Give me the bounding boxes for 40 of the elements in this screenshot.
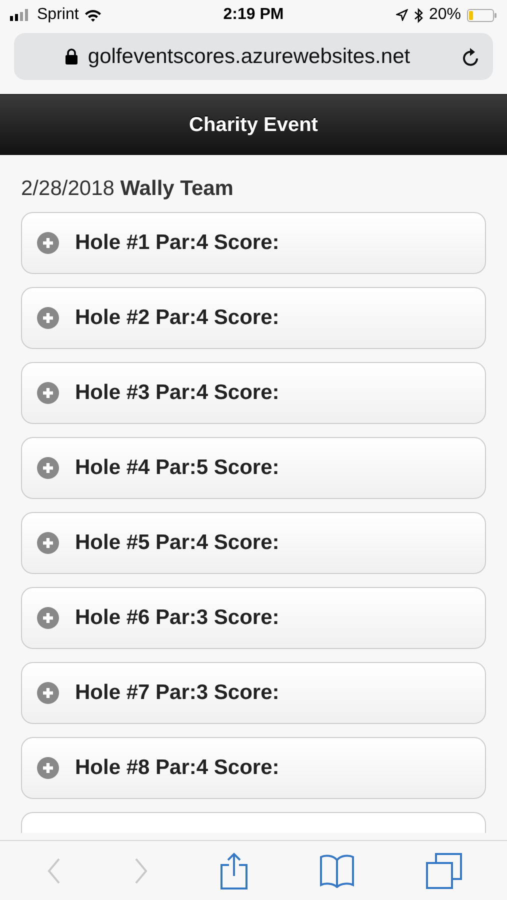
hole-label: Hole #4 Par:5 Score: bbox=[75, 456, 280, 480]
hole-row[interactable]: Hole #7 Par:3 Score: bbox=[21, 662, 486, 724]
hole-row[interactable]: Hole #6 Par:3 Score: bbox=[21, 587, 486, 649]
hole-label: Hole #2 Par:4 Score: bbox=[75, 306, 280, 330]
hole-label: Hole #7 Par:3 Score: bbox=[75, 681, 280, 705]
tabs-icon[interactable] bbox=[426, 853, 462, 889]
lock-icon bbox=[64, 48, 78, 65]
wifi-icon bbox=[84, 8, 102, 22]
hole-row[interactable]: Hole #4 Par:5 Score: bbox=[21, 437, 486, 499]
clock-time: 2:19 PM bbox=[223, 6, 284, 24]
page-title: Charity Event bbox=[189, 114, 318, 136]
hole-label: Hole #8 Par:4 Score: bbox=[75, 756, 280, 780]
address-bar[interactable]: golfeventscores.azurewebsites.net bbox=[14, 33, 493, 80]
plus-circle-icon bbox=[37, 607, 59, 629]
hole-label: Hole #3 Par:4 Score: bbox=[75, 381, 280, 405]
url-text: golfeventscores.azurewebsites.net bbox=[88, 44, 410, 68]
book-icon[interactable] bbox=[318, 854, 354, 888]
plus-circle-icon bbox=[37, 757, 59, 779]
plus-circle-icon bbox=[37, 457, 59, 479]
hole-row[interactable]: Hole #5 Par:4 Score: bbox=[21, 512, 486, 574]
hole-row[interactable]: Hole #2 Par:4 Score: bbox=[21, 287, 486, 349]
plus-circle-icon bbox=[37, 232, 59, 254]
reload-icon[interactable] bbox=[461, 46, 481, 68]
battery-percent: 20% bbox=[428, 6, 461, 24]
carrier-name: Sprint bbox=[37, 6, 79, 24]
hole-label: Hole #6 Par:3 Score: bbox=[75, 606, 280, 630]
event-date-team: 2/28/2018 Wally Team bbox=[21, 176, 234, 202]
battery-icon bbox=[467, 8, 497, 22]
hole-label: Hole #5 Par:4 Score: bbox=[75, 531, 280, 555]
hole-label: Hole #1 Par:4 Score: bbox=[75, 231, 280, 255]
plus-circle-icon bbox=[37, 532, 59, 554]
hole-row[interactable]: Hole #3 Par:4 Score: bbox=[21, 362, 486, 424]
plus-circle-icon bbox=[37, 382, 59, 404]
hole-row[interactable]: Hole #1 Par:4 Score: bbox=[21, 212, 486, 274]
location-arrow-icon bbox=[396, 9, 408, 21]
bluetooth-icon bbox=[414, 8, 423, 22]
hole-row[interactable]: Hole #8 Par:4 Score: bbox=[21, 737, 486, 799]
plus-circle-icon bbox=[37, 682, 59, 704]
share-icon[interactable] bbox=[220, 852, 248, 890]
plus-circle-icon bbox=[37, 307, 59, 329]
